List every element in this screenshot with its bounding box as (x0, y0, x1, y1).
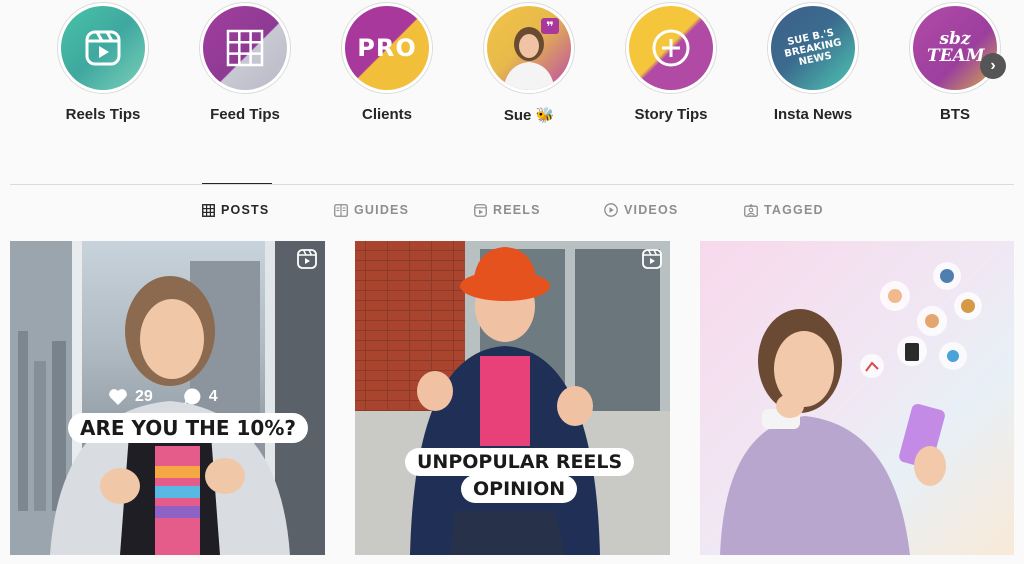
videos-icon (604, 203, 618, 217)
story-highlights: Reels Tips Feed Tips PRO Clients ❞ Sue 🐝… (0, 0, 1024, 140)
tab-label: POSTS (221, 203, 270, 217)
grid-icon (203, 6, 287, 90)
highlight-ring: sbz TEAM (909, 2, 1001, 94)
tab-reels[interactable]: REELS (474, 203, 541, 217)
pro-badge: PRO (345, 6, 429, 90)
highlight-label: Reels Tips (65, 106, 141, 123)
svg-text:❞: ❞ (546, 20, 554, 35)
tab-guides[interactable]: GUIDES (334, 203, 409, 217)
highlight-ring (57, 2, 149, 94)
highlight-insta-news[interactable]: SUE B.'S BREAKING NEWS Insta News (748, 2, 878, 123)
highlight-ring: ❞ (483, 2, 575, 94)
tab-tagged[interactable]: TAGGED (744, 203, 824, 217)
highlight-ring (625, 2, 717, 94)
highlight-label: Feed Tips (210, 106, 280, 123)
highlight-clients[interactable]: PRO Clients (322, 2, 452, 123)
post-caption: ARE YOU THE 10%? (68, 413, 308, 443)
highlight-feed-tips[interactable]: Feed Tips (180, 2, 310, 123)
post-stats-overlay: 29 4 (108, 387, 218, 406)
post-tile[interactable]: 29 4 ARE YOU THE 10%? (10, 241, 325, 555)
post-photo-woman-orange-hat (355, 241, 670, 555)
comments-count: 4 (183, 387, 218, 406)
highlight-sue[interactable]: ❞ Sue 🐝 (464, 2, 594, 124)
post-caption-line2: OPINION (461, 475, 578, 503)
plus-icon (629, 6, 713, 90)
highlight-label: Clients (361, 106, 412, 123)
highlight-ring: SUE B.'S BREAKING NEWS (767, 2, 859, 94)
highlight-label: Sue 🐝 (503, 107, 555, 124)
sbz-team-text: sbz TEAM (927, 29, 985, 66)
reels-tab-icon (474, 203, 487, 217)
reel-badge-icon (297, 249, 317, 269)
highlight-ring: PRO (341, 2, 433, 94)
reels-icon (61, 6, 145, 90)
profile-divider (10, 184, 1014, 185)
active-tab-indicator (202, 183, 272, 184)
highlight-reels-tips[interactable]: Reels Tips (38, 2, 168, 123)
post-tile[interactable] (700, 241, 1014, 555)
chevron-right-icon: › (990, 57, 996, 74)
pro-badge-text: PRO (357, 34, 417, 62)
profile-tabs: POSTS GUIDES REELS VIDEOS TAGGED (0, 203, 1024, 225)
highlight-ring (199, 2, 291, 94)
post-tile[interactable]: UNPOPULAR REELS OPINION (355, 241, 670, 555)
highlight-label: BTS (940, 106, 970, 123)
highlight-label: Insta News (773, 106, 853, 123)
next-highlights-button[interactable]: › (980, 53, 1006, 79)
guides-icon (334, 203, 348, 217)
post-photo-woman-phone (720, 262, 982, 555)
comments-value: 4 (208, 387, 218, 405)
sue-portrait: ❞ (487, 6, 571, 90)
tab-label: GUIDES (354, 203, 410, 217)
tagged-icon (744, 203, 758, 217)
posts-grid-icon (202, 203, 215, 217)
tab-videos[interactable]: VIDEOS (604, 203, 678, 217)
tab-label: TAGGED (764, 203, 824, 217)
heart-icon (109, 388, 127, 405)
highlight-label: Story Tips (634, 106, 708, 123)
post-caption-line1: UNPOPULAR REELS (405, 448, 635, 476)
comment-icon (184, 388, 201, 405)
likes-value: 29 (135, 387, 153, 405)
tab-label: VIDEOS (624, 203, 679, 217)
sbz-team-logo: sbz TEAM (913, 6, 997, 90)
news-text: SUE B.'S BREAKING NEWS (771, 6, 855, 90)
tab-label: REELS (493, 203, 541, 217)
tab-posts[interactable]: POSTS (202, 203, 269, 217)
reel-badge-icon (642, 249, 662, 269)
news-text-label: SUE B.'S BREAKING NEWS (783, 26, 843, 68)
likes-count: 29 (108, 387, 153, 406)
highlight-story-tips[interactable]: Story Tips (606, 2, 736, 123)
